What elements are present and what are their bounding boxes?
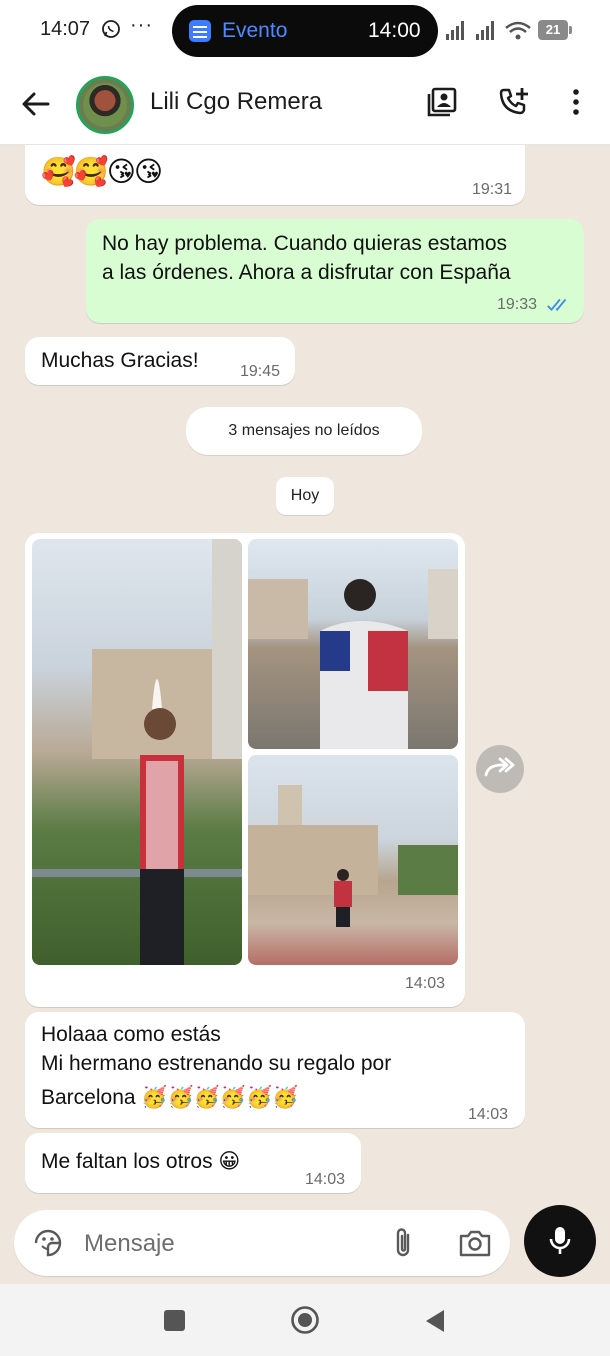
avatar-photo [83,83,127,127]
message-text-line: Holaaa como estás [41,1023,221,1046]
message-time: 19:31 [471,181,512,198]
album-photo[interactable] [32,539,242,965]
album-photo-graphic [248,785,458,927]
sticker-icon[interactable] [32,1227,64,1259]
more-vert-icon[interactable] [566,86,586,118]
message-text: Muchas Gracias! [41,349,199,372]
album-photo-graphic [32,539,242,965]
message-incoming[interactable]: Muchas Gracias! 19:45 [25,337,295,385]
message-time: 14:03 [305,1171,346,1188]
message-composer[interactable]: Mensaje [14,1210,510,1276]
double-check-icon [547,298,567,312]
message-time: 14:03 [468,1106,509,1123]
event-label: Evento [222,19,288,42]
message-time: 19:33 [497,296,538,313]
chat-header: Lili Cgo Remera [0,64,610,145]
whatsapp-notification-icon [102,20,120,38]
status-time: 14:07 [40,18,91,40]
chat-area[interactable]: 🥰🥰😘😘 19:31 No hay problema. Cuando quier… [0,145,610,1285]
message-incoming[interactable]: 🥰🥰😘😘 19:31 [25,145,525,205]
unread-messages-notice: 3 mensajes no leídos [186,407,422,455]
album-photo[interactable] [248,755,458,965]
forward-icon [484,757,515,777]
status-bar: 14:07 ··· Evento 14:00 21 [0,0,610,64]
contact-name[interactable]: Lili Cgo Remera [150,88,322,116]
message-text-line: Barcelona 🥳🥳🥳🥳🥳🥳 [41,1086,299,1109]
message-incoming[interactable]: Holaaa como estás Mi hermano estrenando … [25,1012,525,1128]
album-photo-graphic [248,569,458,749]
contact-card-icon[interactable] [426,86,458,118]
message-time: 19:45 [240,363,281,380]
message-emoji: 🥰🥰😘😘 [41,156,163,187]
system-nav-bar [0,1284,610,1356]
date-divider: Hoy [276,477,334,515]
message-input[interactable]: Mensaje [84,1230,175,1258]
message-text-line: No hay problema. Cuando quieras estamos [102,232,508,255]
battery-indicator: 21 [538,20,572,40]
add-call-icon[interactable] [498,86,530,118]
message-time: 14:03 [405,975,446,992]
event-pill[interactable]: Evento 14:00 [172,5,438,57]
mic-icon [549,1227,571,1254]
home-button[interactable] [290,1305,320,1335]
mic-button[interactable] [524,1205,596,1277]
album-photo[interactable] [248,539,458,749]
camera-icon[interactable] [458,1227,492,1259]
event-icon [189,20,211,42]
status-overflow-dots: ··· [130,14,153,36]
photo-album-message[interactable]: 14:03 [25,533,465,1007]
paperclip-icon[interactable] [390,1227,418,1259]
message-incoming[interactable]: Me faltan los otros 😀 14:03 [25,1133,361,1193]
message-outgoing[interactable]: No hay problema. Cuando quieras estamos … [86,219,584,323]
message-text: Me faltan los otros 😀 [41,1150,241,1173]
avatar[interactable] [76,76,134,134]
message-text-line: Mi hermano estrenando su regalo por [41,1052,392,1075]
back-nav-icon[interactable] [424,1308,446,1334]
message-text-line: a las órdenes. Ahora a disfrutar con Esp… [102,261,511,284]
forward-button[interactable] [476,745,524,793]
arrow-left-icon[interactable] [18,86,54,122]
recents-button[interactable] [164,1310,185,1331]
event-time: 14:00 [368,19,421,42]
